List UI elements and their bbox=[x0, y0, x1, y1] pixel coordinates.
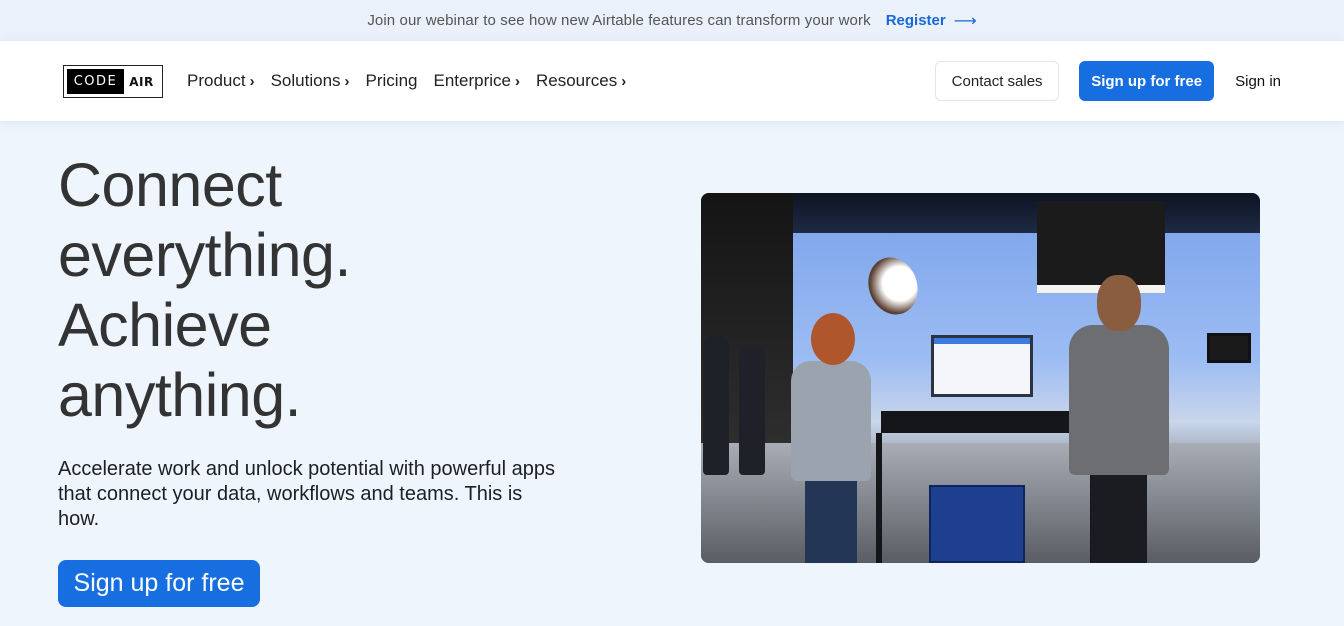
chevron-right-icon: › bbox=[344, 72, 350, 90]
photo-equipment-case bbox=[929, 485, 1025, 563]
menu-item-resources[interactable]: Resources › bbox=[536, 71, 626, 91]
menu-item-solutions[interactable]: Solutions › bbox=[271, 71, 350, 91]
photo-monitor bbox=[931, 335, 1033, 397]
announcement-bar: Join our webinar to see how new Airtable… bbox=[0, 0, 1344, 41]
hero-title-line: anything. bbox=[58, 361, 302, 429]
menu-item-label: Resources bbox=[535, 71, 618, 90]
hero-title: Connect everything. Achieve anything. bbox=[58, 150, 618, 430]
hero-title-line: Achieve bbox=[58, 291, 272, 359]
register-link[interactable]: Register ⟶ bbox=[886, 11, 977, 31]
top-navigation: CODE AIR Product › Solutions › Pricing E… bbox=[0, 41, 1344, 121]
menu-item-label: Solutions bbox=[270, 71, 341, 90]
nav-sign-up-button[interactable]: Sign up for free bbox=[1079, 61, 1215, 101]
hero-image bbox=[701, 193, 1260, 563]
hero-title-line: Connect bbox=[58, 151, 282, 219]
logo[interactable]: CODE AIR bbox=[63, 65, 163, 98]
photo-woman bbox=[791, 313, 871, 563]
nav-actions: Contact sales Sign up for free Sign in bbox=[935, 41, 1281, 121]
announcement-message: Join our webinar to see how new Airtable… bbox=[367, 12, 871, 29]
menu-item-label: Pricing bbox=[365, 71, 418, 90]
photo-man bbox=[1061, 275, 1171, 563]
chevron-right-icon: › bbox=[621, 72, 627, 90]
chevron-right-icon: › bbox=[249, 72, 255, 90]
photo-person bbox=[703, 335, 729, 475]
logo-code: CODE bbox=[67, 69, 124, 94]
photo-tv-monitor bbox=[1207, 333, 1251, 363]
arrow-right-icon: ⟶ bbox=[953, 12, 977, 30]
photo-background-people bbox=[701, 325, 781, 475]
chevron-right-icon: › bbox=[514, 72, 520, 90]
menu-item-label: Product bbox=[187, 71, 246, 90]
menu-item-label: Enterprice bbox=[433, 71, 511, 90]
hero-sign-up-button[interactable]: Sign up for free bbox=[58, 560, 260, 607]
menu-item-enterprise[interactable]: Enterprice › bbox=[434, 71, 520, 91]
photo-person bbox=[739, 347, 765, 475]
hero-subtitle: Accelerate work and unlock potential wit… bbox=[58, 458, 555, 530]
sign-in-link[interactable]: Sign in bbox=[1235, 73, 1281, 90]
photo-desk bbox=[881, 411, 1091, 433]
main-menu: Product › Solutions › Pricing Enterprice… bbox=[187, 41, 642, 121]
menu-item-pricing[interactable]: Pricing bbox=[366, 71, 418, 91]
menu-item-product[interactable]: Product › bbox=[187, 71, 255, 91]
register-label: Register bbox=[885, 12, 946, 29]
hero-title-line: everything. bbox=[58, 221, 351, 289]
logo-air: AIR bbox=[129, 74, 154, 89]
contact-sales-button[interactable]: Contact sales bbox=[935, 61, 1060, 101]
photo-umbrella-light bbox=[860, 250, 926, 322]
